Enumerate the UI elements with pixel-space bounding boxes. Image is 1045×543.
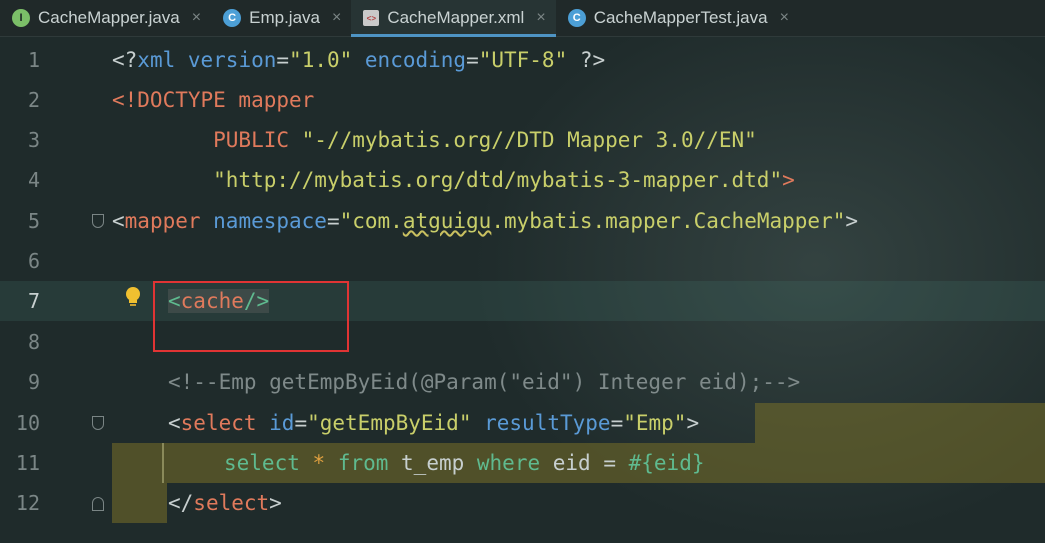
tab-cachemapper-xml[interactable]: <> CacheMapper.xml × — [351, 0, 557, 37]
code-line-2: <!DOCTYPE mapper — [112, 88, 315, 112]
line-number: 1 — [27, 48, 40, 72]
line-number: 11 — [15, 451, 40, 475]
code-line-5: <mapper namespace="com.atguigu.mybatis.m… — [112, 209, 859, 233]
code-line-12: </select> — [168, 491, 282, 515]
fold-toggle-icon[interactable] — [92, 497, 104, 511]
tab-emp-java[interactable]: C Emp.java × — [211, 0, 351, 36]
lightbulb-icon[interactable] — [123, 285, 143, 309]
close-icon[interactable]: × — [332, 9, 341, 27]
tab-cachemappertest-java[interactable]: C CacheMapperTest.java × — [556, 0, 799, 36]
code-line-1: <?xml version="1.0" encoding="UTF-8" ?> — [112, 48, 606, 72]
tab-label: CacheMapper.java — [38, 8, 180, 27]
selection-highlight — [112, 483, 167, 523]
line-number: 6 — [27, 249, 40, 273]
line-number: 10 — [15, 411, 40, 435]
editor-tab-bar: I CacheMapper.java × C Emp.java × <> Cac… — [0, 0, 1045, 37]
line-number: 7 — [27, 289, 40, 313]
line-number: 5 — [27, 209, 40, 233]
line-number: 4 — [27, 168, 40, 192]
interface-icon: I — [12, 9, 30, 27]
class-icon: C — [223, 9, 242, 27]
fold-toggle-icon[interactable] — [92, 416, 104, 430]
code-line-9: <!--Emp getEmpByEid(@Param("eid") Intege… — [168, 370, 801, 394]
line-number: 8 — [27, 330, 40, 354]
tab-label: CacheMapper.xml — [387, 8, 525, 27]
tab-label: Emp.java — [249, 8, 320, 27]
xml-file-icon: <> — [363, 10, 380, 26]
code-line-10: <select id="getEmpByEid" resultType="Emp… — [168, 411, 700, 435]
code-line-3: PUBLIC "-//mybatis.org//DTD Mapper 3.0//… — [112, 128, 757, 152]
line-number-gutter: 1 2 3 4 5 6 7 8 9 10 11 12 — [0, 37, 100, 543]
code-editor[interactable]: 1 2 3 4 5 6 7 8 9 10 11 12 <?xml version… — [0, 37, 1045, 543]
line-number: 2 — [27, 88, 40, 112]
line-number: 9 — [27, 370, 40, 394]
annotation-highlight-box — [153, 281, 349, 352]
line-number: 3 — [27, 128, 40, 152]
close-icon[interactable]: × — [780, 9, 789, 27]
fold-toggle-icon[interactable] — [92, 214, 104, 228]
indent-guide — [162, 443, 164, 483]
tab-label: CacheMapperTest.java — [593, 8, 768, 27]
test-class-icon: C — [567, 9, 586, 27]
code-line-11: select * from t_emp where eid = #{eid} — [224, 451, 705, 475]
close-icon[interactable]: × — [536, 9, 545, 27]
selection-highlight — [755, 403, 1045, 443]
close-icon[interactable]: × — [192, 9, 201, 27]
tab-cachemapper-java[interactable]: I CacheMapper.java × — [0, 0, 211, 36]
line-number: 12 — [15, 491, 40, 515]
code-line-4: "http://mybatis.org/dtd/mybatis-3-mapper… — [213, 168, 795, 192]
